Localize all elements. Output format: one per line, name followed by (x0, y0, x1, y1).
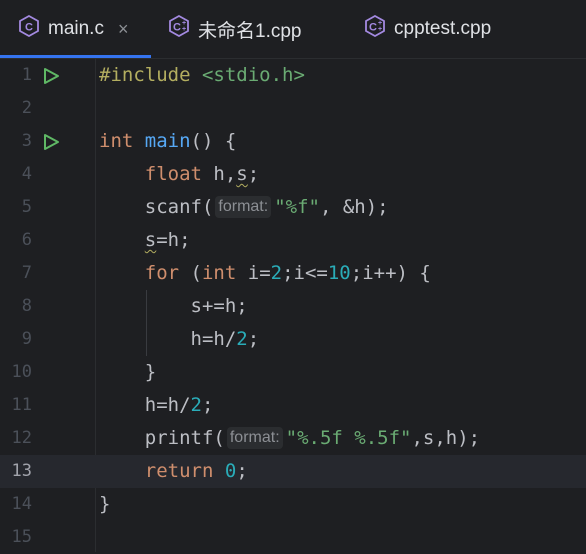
close-tab-icon[interactable]: × (118, 19, 129, 40)
code-token: s (236, 163, 248, 185)
code-token: , &h); (319, 196, 389, 218)
line-number: 2 (21, 98, 32, 118)
code-token: h=h/ (190, 328, 237, 350)
code-token: ;i++) { (350, 262, 431, 284)
editor-tab-bar: C main.c × C + + 未命名1.cpp C + + cpptest.cpp (0, 0, 586, 59)
parameter-hint: format: (226, 427, 283, 449)
code-token: s+=h; (190, 295, 248, 317)
code-token: h=h/ (144, 394, 191, 416)
line-number: 7 (21, 263, 32, 283)
line-number: 1 (21, 65, 32, 85)
code-token: =h; (156, 229, 191, 251)
code-token: 10 (327, 262, 351, 284)
code-token: return (144, 460, 214, 482)
code-line[interactable]: 3 int main() { (0, 125, 586, 158)
code-token: <stdio.h> (190, 64, 305, 86)
code-token: for (144, 262, 180, 284)
run-icon[interactable] (42, 67, 60, 89)
line-number: 10 (11, 362, 32, 382)
code-token: ;i<= (282, 262, 328, 284)
code-token: } (99, 493, 111, 515)
line-number: 11 (11, 395, 32, 415)
code-line[interactable]: 10 } (0, 356, 586, 389)
code-line[interactable]: 1 #include <stdio.h> (0, 59, 586, 92)
code-token: ; (247, 328, 260, 350)
svg-text:+: + (182, 26, 186, 33)
code-token: printf( (144, 427, 225, 449)
line-number: 15 (11, 527, 32, 547)
code-token: ; (201, 394, 214, 416)
code-token: int (201, 262, 237, 284)
code-line[interactable]: 14 } (0, 488, 586, 521)
code-token: 2 (236, 328, 248, 350)
svg-text:+: + (378, 26, 382, 33)
cpp-file-icon: C + + (364, 14, 386, 43)
line-number: 6 (21, 230, 32, 250)
code-line[interactable]: 8 s+=h; (0, 290, 586, 323)
code-line-current[interactable]: 13 return 0; (0, 455, 586, 488)
code-token: h, (201, 163, 237, 185)
tab-main-c[interactable]: C main.c × (18, 0, 128, 58)
c-file-icon: C (18, 14, 40, 43)
code-token: } (144, 361, 157, 383)
code-line[interactable]: 7 for (int i=2;i<=10;i++) { (0, 257, 586, 290)
svg-text:C: C (173, 22, 181, 34)
code-token: ,s,h); (411, 427, 481, 449)
code-line[interactable]: 15 (0, 521, 586, 554)
code-token: 2 (270, 262, 283, 284)
line-number: 13 (11, 461, 32, 481)
code-line[interactable]: 12 printf(format: "%.5f %.5f",s,h); (0, 422, 586, 455)
code-token: "%f" (274, 196, 320, 218)
code-token: int (99, 130, 134, 152)
code-token: float (144, 163, 202, 185)
line-number: 3 (21, 131, 32, 151)
active-tab-indicator (0, 55, 151, 58)
code-line[interactable]: 11 h=h/2; (0, 389, 586, 422)
parameter-hint: format: (215, 196, 272, 218)
tab-label: cpptest.cpp (394, 18, 492, 39)
code-token: ; (236, 460, 248, 482)
line-number: 9 (21, 329, 32, 349)
code-token: main (144, 130, 191, 152)
run-icon[interactable] (42, 133, 60, 155)
code-token: 0 (224, 460, 237, 482)
code-token: i= (236, 262, 271, 284)
code-line[interactable]: 4 float h,s; (0, 158, 586, 191)
code-token: #include (99, 64, 191, 86)
code-line[interactable]: 2 (0, 92, 586, 125)
svg-text:C: C (369, 22, 377, 34)
line-number: 14 (11, 494, 32, 514)
line-number: 4 (21, 164, 32, 184)
line-number: 12 (11, 428, 32, 448)
code-line[interactable]: 9 h=h/2; (0, 323, 586, 356)
code-token: "%.5f %.5f" (285, 427, 412, 449)
code-token: ( (179, 262, 202, 284)
tab-label: 未命名1.cpp (198, 20, 302, 42)
line-number: 8 (21, 296, 32, 316)
cpp-file-icon: C + + (168, 14, 190, 43)
svg-text:C: C (25, 22, 33, 34)
code-line[interactable]: 5 scanf(format: "%f", &h); (0, 191, 586, 224)
tab-untitled1-cpp[interactable]: C + + 未命名1.cpp (168, 0, 301, 58)
code-token: 2 (190, 394, 202, 416)
tab-label: main.c (48, 18, 104, 39)
code-token: () { (190, 130, 237, 152)
line-number: 5 (21, 197, 32, 217)
code-line[interactable]: 6 s=h; (0, 224, 586, 257)
tab-cpptest-cpp[interactable]: C + + cpptest.cpp (364, 0, 491, 58)
code-token: scanf( (144, 196, 214, 218)
code-token: s (144, 229, 157, 251)
code-token: ; (247, 163, 260, 185)
